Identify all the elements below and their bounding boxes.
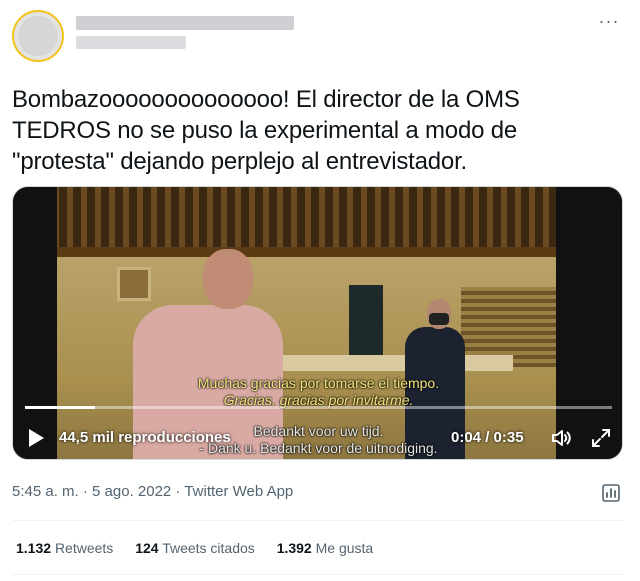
more-options-icon[interactable]: ··· xyxy=(596,12,622,38)
scene-right-shade xyxy=(556,187,622,459)
scene-ceiling-band xyxy=(53,247,573,257)
stat-quote-tweets-count: 124 xyxy=(135,540,159,556)
scene-ceiling xyxy=(53,187,573,249)
play-icon[interactable] xyxy=(29,429,44,447)
stat-likes-count: 1.392 xyxy=(276,540,312,556)
scene-left-shade xyxy=(13,187,57,459)
tweet-text: Bombazoooooooooooooo! El director de la … xyxy=(12,86,520,175)
stat-quote-tweets[interactable]: 124 Tweets citados xyxy=(135,538,255,558)
video-player[interactable]: Muchas gracias por tomarse el tiempo. Gr… xyxy=(12,186,623,460)
scene-person-left-head xyxy=(203,249,253,309)
tweet-meta: 5:45 a. m. · 5 ago. 2022 · Twitter Web A… xyxy=(12,482,628,504)
stat-retweets-count: 1.132 xyxy=(16,540,52,556)
view-count: 44,5 mil reproducciones xyxy=(59,429,231,446)
subtitle-line-1: Muchas gracias por tomarse el tiempo. xyxy=(197,375,440,391)
analytics-icon[interactable] xyxy=(600,482,622,504)
volume-icon[interactable] xyxy=(549,426,573,450)
scene-picture-frame xyxy=(117,267,151,301)
video-time: 0:04 / 0:35 xyxy=(451,429,524,446)
fullscreen-icon[interactable] xyxy=(589,426,613,450)
tweet-stats: 1.132 Retweets 124 Tweets citados 1.392 … xyxy=(16,538,391,558)
tweet-timestamp[interactable]: 5:45 a. m. · 5 ago. 2022 · Twitter Web A… xyxy=(12,483,293,500)
scene-desk xyxy=(263,355,513,371)
video-progress-fill xyxy=(25,406,96,409)
scene-mask xyxy=(429,313,449,325)
display-name-redacted[interactable] xyxy=(76,16,294,30)
divider xyxy=(12,520,623,521)
avatar[interactable] xyxy=(12,10,64,62)
video-frame xyxy=(13,187,622,459)
tweet-header: ··· xyxy=(12,10,628,66)
author-block[interactable] xyxy=(76,16,316,56)
divider xyxy=(12,574,623,575)
video-controls: 44,5 mil reproducciones 0:04 / 0:35 xyxy=(13,423,622,453)
video-progress-bar[interactable] xyxy=(25,406,612,409)
stat-retweets[interactable]: 1.132 Retweets xyxy=(16,538,113,558)
stat-likes-label: Me gusta xyxy=(315,540,374,556)
avatar-image xyxy=(18,16,58,56)
stat-likes[interactable]: 1.392 Me gusta xyxy=(277,538,374,558)
handle-redacted[interactable] xyxy=(76,36,186,49)
scene-door xyxy=(349,285,383,361)
stat-retweets-label: Retweets xyxy=(54,540,114,556)
stat-quote-tweets-label: Tweets citados xyxy=(162,540,255,556)
